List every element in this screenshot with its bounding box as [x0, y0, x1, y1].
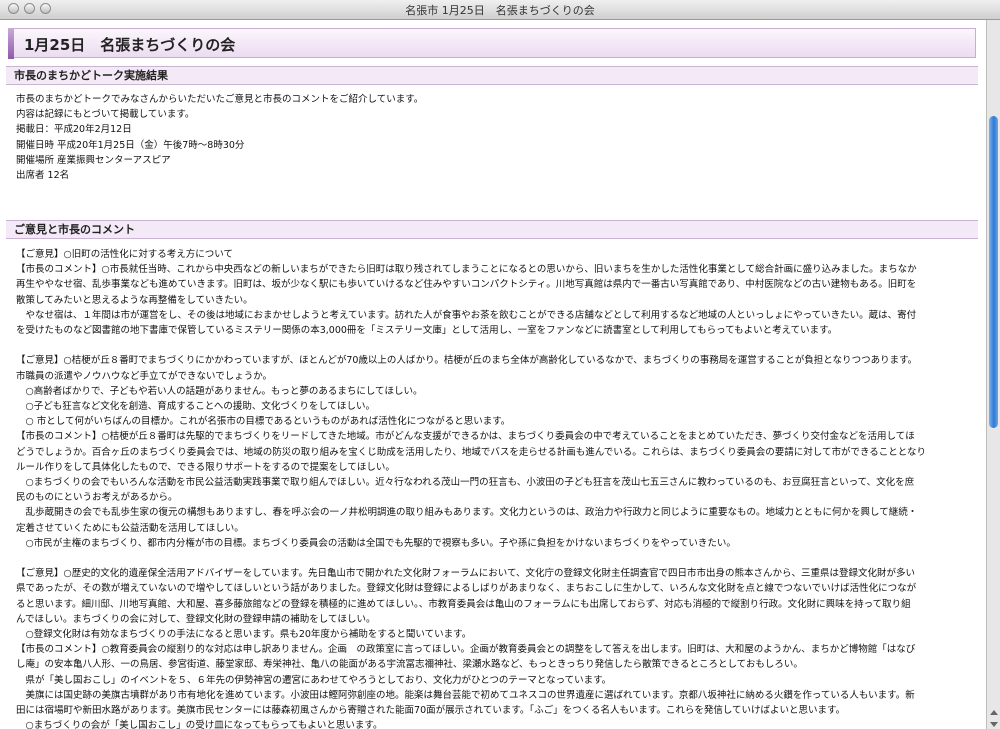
page-header: 1月25日 名張まちづくりの会 [8, 28, 976, 59]
opinion-line: 【市長のコメント】○市長就任当時、これから中央西などの新しいまちができたら旧町は… [16, 264, 917, 276]
opinion-line: 【市長のコメント】○教育委員会の縦割り的な対応は申し訳ありません。企画 の政策室… [16, 644, 916, 656]
opinion-line: ○ 市として何がいちばんの目標か。これが名張市の目標であるというものがあれば活性… [16, 416, 511, 428]
opinion-line: どうでしょうか。百合ヶ丘のまちづくり委員会では、地域の防災の取り組みを宝くじ助成… [16, 446, 927, 458]
opinion-line: 【ご意見】○歴史的文化的遺産保全活用アドバイザーをしています。先日亀山市で開かれ… [16, 568, 916, 580]
opinion-line: 県であったが、その数が増えていないので増やしてほしいという話がありました。登録文… [16, 583, 917, 595]
opinion-line: ○子ども狂言など文化を創造、育成することへの援助、文化づくりをしてほしい。 [16, 401, 376, 413]
opinion-line: 市職員の派遣やノウハウなど手立てができないでしょうか。 [16, 370, 273, 382]
summary-line: 開催場所 産業振興センターアスピア [16, 154, 171, 166]
scrollbar-thumb[interactable] [989, 116, 998, 428]
page-title: 1月25日 名張まちづくりの会 [24, 36, 236, 54]
browser-window: 名張市 1月25日 名張まちづくりの会 1月25日 名張まちづくりの会 市長のま… [0, 0, 1000, 729]
opinion-line: 民のものにというお考えがあるから。 [16, 492, 178, 504]
section-title-opinions: ご意見と市長のコメント [14, 223, 135, 236]
opinion-line [16, 338, 966, 353]
opinion-line: 散策してみたいと思えるような再整備をしていきたい。 [16, 294, 253, 306]
vertical-scrollbar[interactable] [986, 20, 1000, 729]
opinion-line: 県が「美し国おこし」のイベントを５、６年先の伊勢神宮の遷宮にあわせてやろうとして… [16, 674, 612, 686]
opinion-line: ○高齢者ばかりで、子どもや若い人の話題がありません。もっと夢のあるまちにしてほし… [16, 385, 423, 397]
section-heading-results: 市長のまちかどトーク実施結果 [6, 66, 978, 85]
opinion-line: 【市長のコメント】○桔梗が丘８番町は先駆的でまちづくりをリードしてきた地域。市が… [16, 431, 915, 443]
window-title: 名張市 1月25日 名張まちづくりの会 [405, 4, 595, 17]
opinion-line: ○登録文化財は有効なまちづくりの手法になると思います。県も20年度から補助をする… [16, 629, 472, 641]
opinion-line: ○市民が主権のまちづくり、都市内分権が市の目標。まちづくり委員会の活動は全国でも… [16, 537, 736, 549]
summary-line: 出席者 12名 [16, 170, 70, 182]
section-heading-opinions: ご意見と市長のコメント [6, 220, 978, 239]
opinion-line: 定着させていくためにも公益活動を活用してほしい。 [16, 522, 244, 534]
opinion-line: ○まちづくりの会が「美し国おこし」の受け皿になってもらってもよいと思います。 [16, 720, 383, 729]
opinion-line: んでほしい。まちづくりの会に対して、登録文化財の登録申請の補助をしてほしい。 [16, 613, 376, 625]
summary-line: 市長のまちかどトークでみなさんからいただいたご意見と市長のコメントをご紹介してい… [16, 94, 424, 105]
summary-line: 内容は記録にもとづいて掲載しています。 [16, 109, 195, 121]
opinion-line: 【ご意見】○旧町の活性化に対する考え方について [16, 249, 234, 260]
section-title-results: 市長のまちかどトーク実施結果 [14, 69, 168, 82]
opinion-line: 【ご意見】○桔梗が丘８番町でまちづくりにかかわっていますが、ほとんどが70歳以上… [16, 355, 918, 367]
opinion-line: ルール作りをして具体化したもので、できる限りサポートをするので提案をしてほしい。 [16, 461, 395, 473]
page-content: 1月25日 名張まちづくりの会 市長のまちかどトーク実施結果 市長のまちかどトー… [0, 20, 986, 729]
opinion-line [16, 551, 966, 566]
opinion-line: ると思います。細川邸、川地写真館、大和屋、喜多藤旅館などの登録を積極的に進めてほ… [16, 598, 911, 610]
opinion-line: 再生ややなせ宿、乱歩事業なども進めていきます。旧町は、坂が少なく駅にも歩いていけ… [16, 279, 917, 291]
scroll-up-arrow-icon[interactable] [990, 710, 998, 715]
summary-line: 開催日時 平成20年1月25日（金）午後7時～8時30分 [16, 139, 245, 151]
opinion-line: し庵」の安本亀八人形、一の鳥居、参宮街道、藤堂家邸、寿栄神社、亀八の能面がある宇… [16, 659, 803, 671]
opinions-body: 【ご意見】○旧町の活性化に対する考え方について【市長のコメント】○市長就任当時、… [16, 247, 966, 729]
opinion-line: を受けたものなど図書館の地下書庫で保管しているミステリー関係の本3,000冊を「… [16, 325, 838, 337]
opinion-line: ○まちづくりの会でもいろんな活動を市民公益活動実践事業で取り組んでほしい。近々行… [16, 477, 915, 489]
title-bar: 名張市 1月25日 名張まちづくりの会 [0, 0, 1000, 20]
results-summary: 市長のまちかどトークでみなさんからいただいたご意見と市長のコメントをご紹介してい… [16, 92, 966, 183]
opinion-line: やなせ宿は、１年間は市が運営をし、その後は地域におまかせしようと考えています。訪… [16, 309, 917, 321]
scroll-down-arrow-icon[interactable] [990, 722, 998, 727]
opinion-line: 田には宿場町や新田水路があります。美旗市民センターには藤森初風さんから寄贈された… [16, 705, 846, 717]
opinion-line: 美旗には国史跡の美旗古墳群があり市有地化を進めています。小波田は鰹阿弥創座の地。… [16, 689, 915, 701]
opinion-line: 乱歩蔵開きの会でも乱歩生家の復元の構想もありますし、春を呼ぶ会の一ノ井松明調進の… [16, 507, 918, 519]
header-accent-bar [8, 29, 14, 59]
summary-line: 掲載日：平成20年2月12日 [16, 124, 132, 136]
